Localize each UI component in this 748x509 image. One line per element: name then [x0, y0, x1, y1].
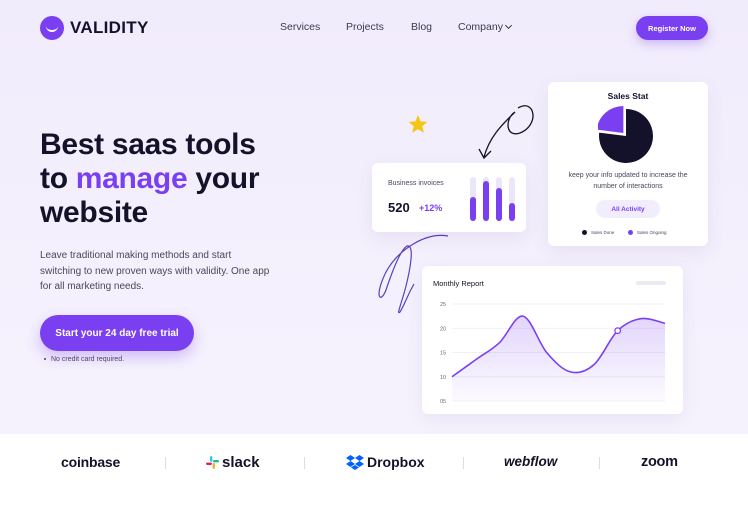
brand-zoom: zoom: [641, 454, 678, 470]
sales-description: keep your info updated to increase the n…: [568, 172, 688, 190]
legend-label: Sales Ongoing: [637, 230, 667, 235]
invoice-bar-fill: [483, 181, 489, 221]
pie-slice-sales-ongoing: [598, 106, 624, 133]
invoice-bar-fill: [509, 203, 515, 221]
sales-pie-chart: [598, 106, 653, 163]
dropbox-icon: [346, 454, 364, 470]
invoice-bar-fill: [470, 197, 476, 221]
brand-divider: [463, 457, 464, 469]
brand-slack: slack: [206, 454, 260, 471]
y-tick-label: 05: [440, 399, 446, 405]
invoice-bar: [483, 177, 489, 221]
invoice-bar: [470, 177, 476, 221]
legend-dot-icon: [582, 230, 587, 235]
brand-strip: [0, 434, 748, 509]
star-icon: [408, 115, 428, 133]
invoice-value: 520: [388, 200, 410, 215]
brand-dropbox: Dropbox: [346, 454, 425, 470]
legend-dot-icon: [628, 230, 633, 235]
invoice-change: +12%: [419, 203, 443, 213]
brand-slack-label: slack: [222, 454, 260, 471]
area-fill: [452, 316, 665, 401]
monthly-report-chart: 25 20 15 10 05: [440, 302, 666, 405]
y-tick-label: 15: [440, 351, 446, 357]
slack-icon: [206, 456, 219, 469]
curved-arrow-icon: [483, 105, 534, 158]
sales-stat-card: Sales Stat keep your info updated to inc…: [548, 82, 708, 246]
invoice-bar-fill: [496, 188, 502, 221]
brand-divider: [304, 457, 305, 469]
brand-divider: [165, 457, 166, 469]
legend-label: Sales Done: [591, 230, 615, 235]
legend-sales-ongoing: Sales Ongoing: [628, 230, 667, 235]
y-tick-label: 10: [440, 375, 446, 381]
y-tick-label: 25: [440, 302, 446, 308]
all-activity-button[interactable]: All Activity: [596, 200, 660, 218]
highlight-point: [614, 327, 622, 335]
brand-divider: [599, 457, 600, 469]
invoice-bar: [509, 177, 515, 221]
legend-sales-done: Sales Done: [582, 230, 614, 235]
brand-webflow: webflow: [504, 454, 558, 469]
brand-coinbase: coinbase: [61, 454, 121, 470]
business-invoices-card: Business invoices 520 +12%: [372, 163, 526, 232]
sales-title: Sales Stat: [607, 91, 649, 101]
invoice-title: Business invoices: [388, 180, 444, 187]
invoice-bar: [496, 177, 502, 221]
monthly-report-card: Monthly Report 25 20 15 10 05: [422, 266, 683, 414]
brand-dropbox-label: Dropbox: [367, 454, 425, 470]
y-tick-label: 20: [440, 326, 446, 332]
